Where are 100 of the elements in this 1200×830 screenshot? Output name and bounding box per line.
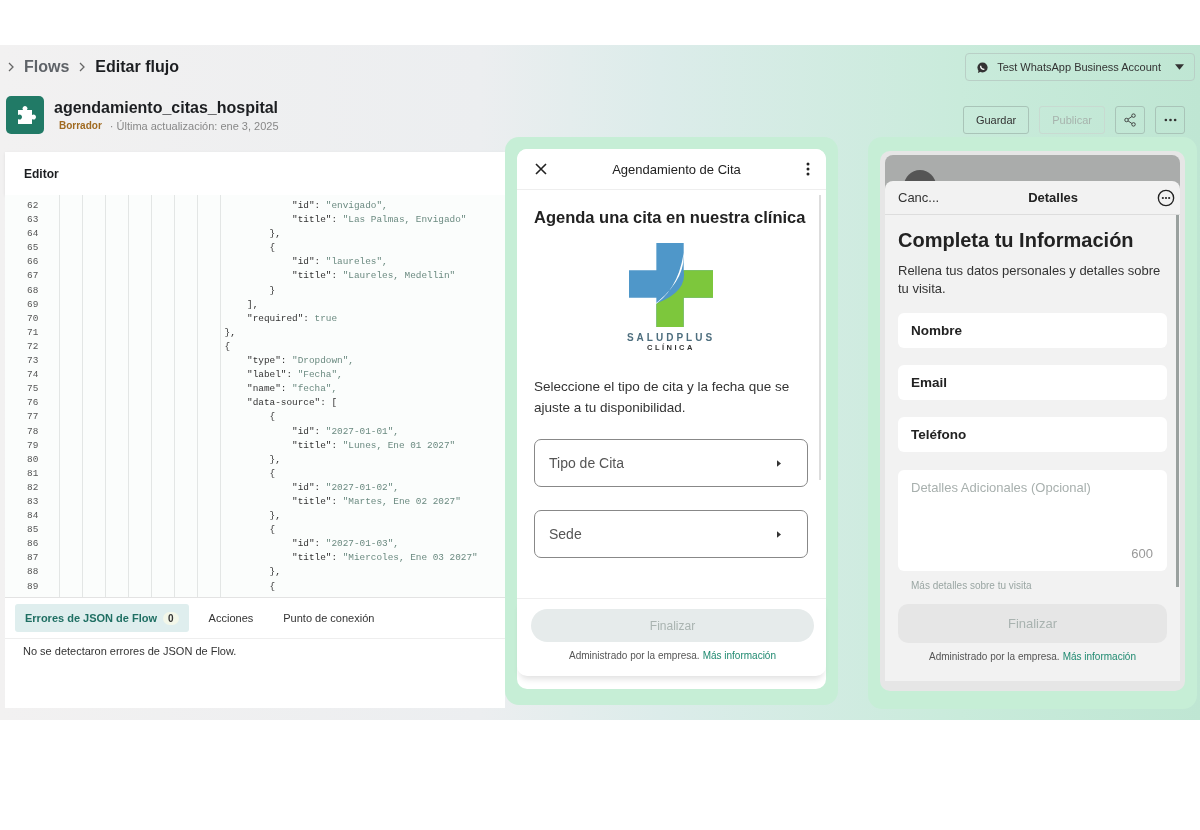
logo-name: SALUDPLUS [626, 332, 716, 343]
code-line: "id": "2027-01-02", [291, 480, 399, 495]
breadcrumb-current: Editar flujo [95, 58, 179, 76]
input-field[interactable]: Email [898, 365, 1167, 400]
share-button[interactable] [1115, 106, 1145, 134]
code-line: "title": "Martes, Ene 02 2027" [291, 494, 461, 509]
code-line: "required": true [246, 311, 338, 326]
code-line: "id": "envigado", [291, 199, 388, 213]
share-icon [1123, 113, 1137, 127]
line-number: 86 [26, 537, 40, 552]
code-line: { [223, 339, 231, 354]
line-number: 71 [26, 325, 40, 340]
code-line: }, [223, 325, 236, 340]
account-selector[interactable]: Test WhatsApp Business Account [965, 53, 1195, 81]
code-line: { [268, 579, 276, 594]
code-line: { [268, 241, 276, 256]
status-label: Borrador [59, 119, 102, 132]
caret-icon [777, 459, 781, 467]
screen-description: Seleccione el tipo de cita y la fecha que se ajuste a tu disponibilidad. [534, 378, 791, 417]
line-number: 84 [26, 509, 40, 524]
line-number: 67 [26, 269, 40, 284]
kebab-menu-icon[interactable] [806, 162, 810, 176]
line-number: 74 [26, 368, 40, 383]
code-line: "id": "2027-01-01", [291, 424, 399, 439]
line-number: 69 [26, 297, 40, 312]
flow-name: agendamiento_citas_hospital [54, 98, 279, 117]
line-number: 64 [26, 227, 40, 242]
footer-text: Administrado por la empresa. [929, 651, 1060, 662]
line-number: 63 [26, 213, 40, 228]
more-icon[interactable] [1157, 188, 1175, 207]
screen-heading: Completa tu Información [898, 229, 1135, 252]
code-line: "label": "Fecha", [246, 368, 343, 383]
line-number: 66 [26, 255, 40, 270]
line-number: 78 [26, 424, 40, 439]
code-line: { [268, 523, 276, 538]
code-line: "name": "fecha", [246, 382, 338, 397]
screen-title: Detalles [1028, 190, 1079, 205]
line-number: 83 [26, 494, 40, 509]
line-number: 82 [26, 480, 40, 495]
screen-description: Rellena tus datos personales y detalles sobre tu visita. [898, 262, 1162, 298]
input-field[interactable]: Nombre [898, 313, 1167, 348]
panel-tab[interactable]: Punto de conexión [273, 604, 385, 632]
code-line: "data-source": [ [246, 396, 338, 411]
footer-text: Administrado por la empresa. [569, 650, 700, 661]
screen-title: Agendamiento de Cita [612, 161, 741, 177]
code-line: }, [268, 227, 281, 242]
code-line: }, [268, 509, 281, 524]
more-icon [1163, 118, 1177, 122]
close-icon[interactable] [535, 163, 547, 175]
code-line: }, [268, 565, 281, 580]
line-number: 68 [26, 283, 40, 298]
line-number: 76 [26, 396, 40, 411]
panel-tab[interactable]: Acciones [198, 604, 264, 632]
line-number: 79 [26, 438, 40, 453]
line-number: 80 [26, 452, 40, 467]
line-number: 88 [26, 565, 40, 580]
code-line: "title": "Miercoles, Ene 03 2027" [291, 551, 478, 566]
breadcrumb-link[interactable]: Flows [24, 58, 70, 76]
code-line: "title": "Lunes, Ene 01 2027" [291, 438, 456, 453]
code-line: } [268, 283, 276, 298]
line-number: 89 [26, 579, 40, 594]
more-info-link[interactable]: Más información [702, 650, 776, 661]
code-line: ], [246, 297, 259, 312]
character-counter: 600 [1131, 546, 1153, 561]
line-number: 75 [26, 382, 40, 397]
puzzle-icon [6, 96, 44, 134]
code-line: { [268, 410, 276, 425]
line-number: 62 [26, 199, 40, 213]
code-line: "type": "Dropdown", [246, 354, 354, 369]
more-info-link[interactable]: Más información [1062, 651, 1136, 662]
dropdown-field[interactable]: Sede [534, 510, 808, 558]
input-field[interactable]: Teléfono [898, 417, 1167, 452]
chat-bubble-icon [976, 60, 990, 74]
count-badge: 0 [163, 611, 179, 625]
line-number: 65 [26, 241, 40, 256]
code-line: }, [268, 452, 281, 467]
caret-icon [777, 530, 781, 538]
code-line: "title": "Laureles, Medellin" [291, 269, 456, 284]
code-line: "title": "Las Palmas, Envigado" [291, 213, 467, 228]
line-number: 77 [26, 410, 40, 425]
screen-heading: Agenda una cita en nuestra clínica [534, 208, 807, 227]
line-number: 70 [26, 311, 40, 326]
editor-title: Editor [24, 166, 59, 181]
panel-tab[interactable]: Errores de JSON de Flow 0 [15, 604, 189, 632]
code-line: "id": "2027-01-03", [291, 537, 399, 552]
helper-text: Más detalles sobre tu visita [911, 580, 1033, 591]
line-number: 87 [26, 551, 40, 566]
cancel-link[interactable]: Canc... [898, 190, 940, 205]
status-message: No se detectaron errores de JSON de Flow. [23, 645, 237, 657]
last-updated: · Última actualización: ene 3, 2025 [109, 119, 279, 132]
caret-icon [1175, 64, 1184, 70]
line-number: 85 [26, 523, 40, 538]
code-line: { [268, 466, 276, 481]
dropdown-field[interactable]: Tipo de Cita [534, 439, 808, 487]
line-number: 72 [26, 339, 40, 354]
save-button[interactable]: Guardar [962, 106, 1030, 134]
chevron-right-icon [6, 62, 16, 72]
line-number: 81 [26, 466, 40, 481]
line-number: 73 [26, 354, 40, 369]
code-line: "id": "laureles", [291, 255, 388, 270]
